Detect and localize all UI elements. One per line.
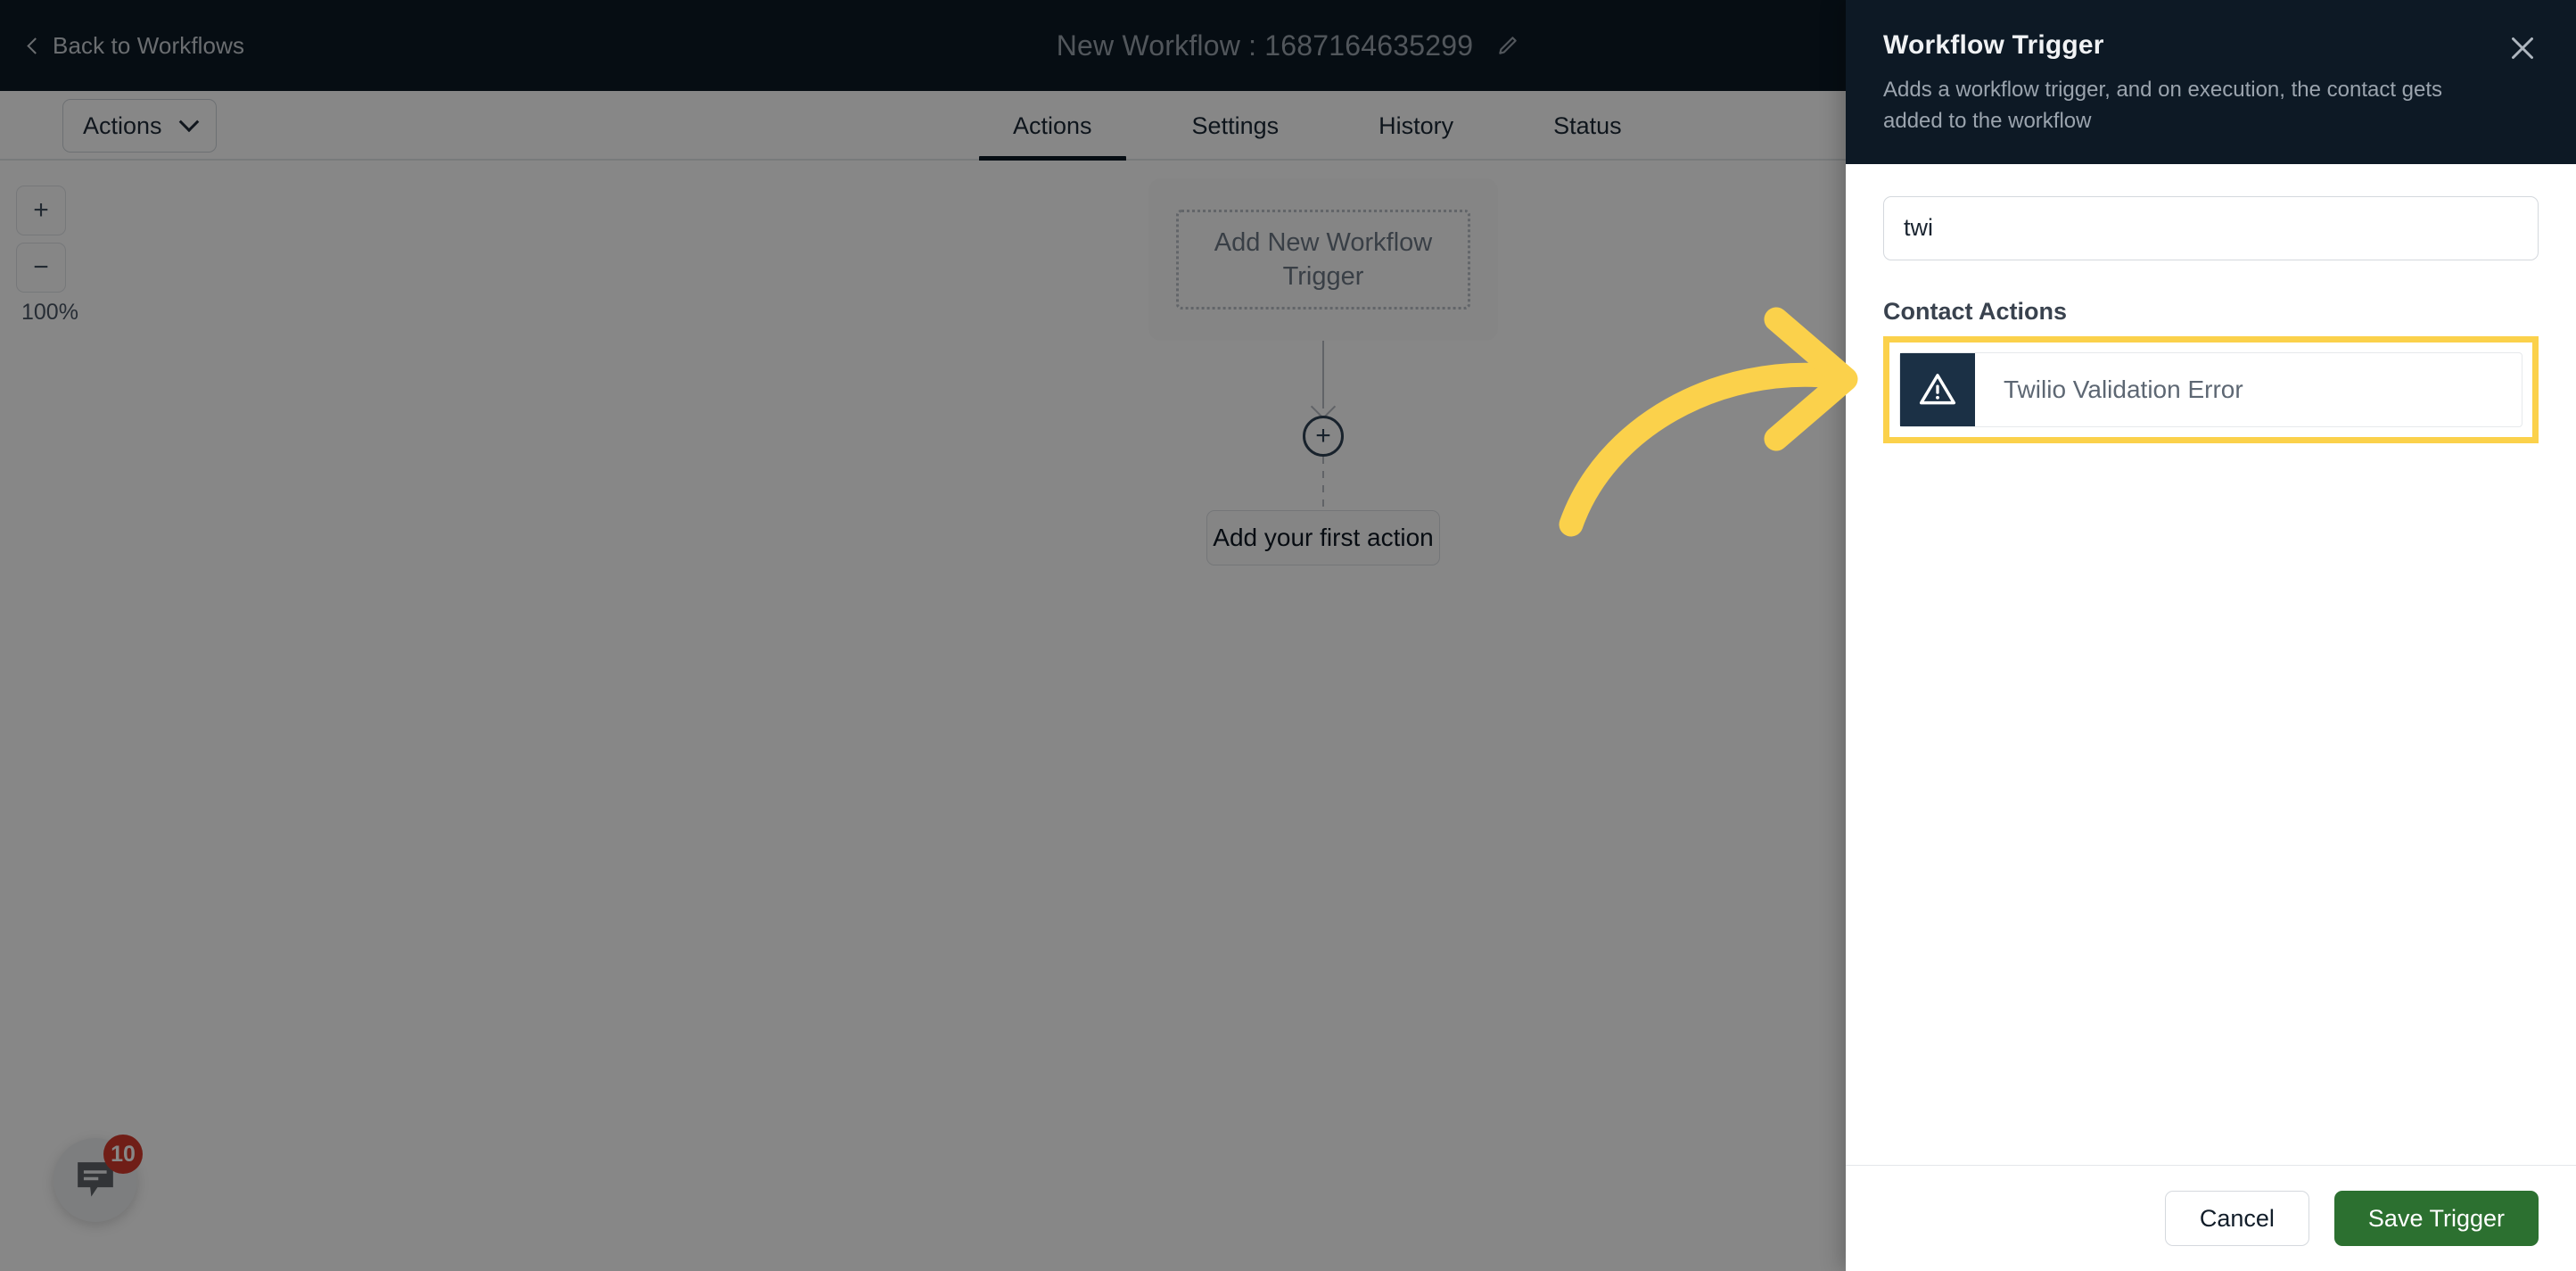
panel-footer: Cancel Save Trigger: [1846, 1165, 2576, 1271]
page-title: New Workflow : 1687164635299: [1056, 29, 1474, 62]
workflow-flow: Add New Workflow Trigger + Add your firs…: [1148, 178, 1505, 565]
chat-unread-badge: 10: [103, 1135, 143, 1174]
panel-description: Adds a workflow trigger, and on executio…: [1883, 78, 2443, 133]
app-root: Back to Workflows New Workflow : 1687164…: [0, 0, 2576, 1271]
warning-triangle-icon: [1900, 352, 1975, 426]
tab-settings[interactable]: Settings: [1142, 91, 1329, 161]
pencil-icon[interactable]: [1496, 34, 1519, 57]
connector-dashed-line: [1322, 457, 1324, 510]
tab-actions[interactable]: Actions: [963, 91, 1142, 162]
back-to-workflows-link[interactable]: Back to Workflows: [27, 31, 245, 60]
close-icon[interactable]: [2506, 32, 2539, 64]
actions-dropdown-button[interactable]: Actions: [62, 99, 217, 153]
tab-history-label: History: [1379, 111, 1454, 139]
minus-icon: −: [33, 252, 49, 282]
plus-icon: +: [33, 195, 49, 225]
add-trigger-placeholder[interactable]: Add New Workflow Trigger: [1176, 210, 1470, 309]
zoom-out-button[interactable]: −: [16, 243, 66, 293]
chat-widget[interactable]: 10: [53, 1135, 143, 1222]
plus-circle-icon[interactable]: +: [1303, 416, 1344, 457]
trigger-option-label: Twilio Validation Error: [2004, 375, 2243, 403]
zoom-controls: + − 100%: [16, 186, 123, 326]
zoom-level-label: 100%: [21, 300, 78, 325]
tab-status[interactable]: Status: [1503, 91, 1672, 161]
tab-actions-label: Actions: [1013, 111, 1092, 139]
back-to-workflows-label: Back to Workflows: [53, 31, 245, 59]
panel-title: Workflow Trigger: [1883, 30, 2104, 60]
save-trigger-button[interactable]: Save Trigger: [2333, 1191, 2539, 1246]
highlight-box: Twilio Validation Error: [1883, 335, 2539, 443]
section-title-contact-actions: Contact Actions: [1883, 297, 2068, 325]
trigger-option-twilio-validation-error[interactable]: Twilio Validation Error: [1899, 351, 2523, 427]
panel-header: Workflow Trigger Adds a workflow trigger…: [1846, 0, 2576, 164]
tab-history[interactable]: History: [1329, 91, 1503, 161]
tab-list: Actions Settings History Status: [963, 91, 1672, 162]
tab-settings-label: Settings: [1191, 111, 1280, 139]
add-first-action-button[interactable]: Add your first action: [1206, 510, 1440, 565]
trigger-card[interactable]: Add New Workflow Trigger: [1148, 178, 1498, 341]
chevron-left-icon: [27, 37, 44, 54]
workflow-trigger-panel: Workflow Trigger Adds a workflow trigger…: [1846, 0, 2576, 1271]
chevron-down-icon: [178, 111, 199, 133]
trigger-search-input[interactable]: [1883, 195, 2539, 260]
zoom-in-button[interactable]: +: [16, 186, 66, 235]
cancel-button[interactable]: Cancel: [2164, 1191, 2309, 1246]
flow-connector: + Add your first action: [1148, 341, 1498, 565]
tab-status-label: Status: [1553, 111, 1622, 139]
panel-body: Contact Actions Twilio Validation Error: [1846, 164, 2576, 1165]
canvas-toolbar: Actions: [0, 91, 217, 161]
actions-dropdown-label: Actions: [83, 111, 162, 139]
